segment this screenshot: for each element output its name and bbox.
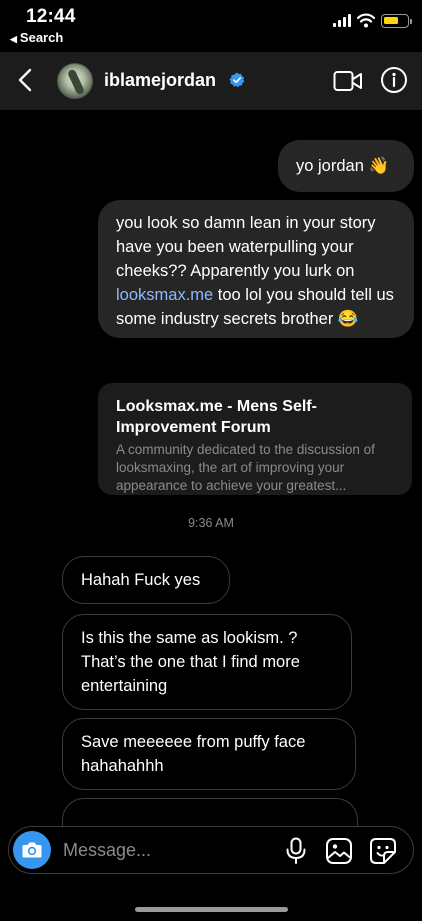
- camera-button[interactable]: [13, 831, 51, 869]
- message-input[interactable]: [63, 835, 263, 865]
- verified-badge-icon: [229, 72, 245, 88]
- home-indicator[interactable]: [135, 907, 288, 912]
- microphone-icon[interactable]: [285, 837, 307, 865]
- received-message-bubble[interactable]: Hahah Fuck yes: [62, 556, 230, 604]
- back-chevron-icon[interactable]: [14, 66, 38, 94]
- message-link[interactable]: looksmax.me: [116, 286, 213, 304]
- chat-username[interactable]: iblamejordan: [104, 70, 216, 91]
- avatar[interactable]: [57, 63, 93, 99]
- link-preview-title: Looksmax.me - Mens Self-Improvement Foru…: [116, 398, 317, 436]
- info-icon[interactable]: [380, 66, 408, 94]
- video-call-icon[interactable]: [333, 69, 363, 93]
- back-triangle-icon: ◀: [10, 34, 17, 44]
- back-app-label: Search: [19, 30, 64, 45]
- camera-icon: [22, 842, 42, 858]
- received-message-bubble-partial[interactable]: [62, 798, 358, 828]
- sent-message-bubble[interactable]: yo jordan 👋: [278, 140, 414, 192]
- sent-message-bubble[interactable]: you look so damn lean in your story have…: [98, 200, 414, 338]
- wifi-icon: [357, 13, 375, 28]
- cellular-signal-icon: [333, 14, 353, 27]
- link-preview-card[interactable]: Looksmax.me - Mens Self-Improvement Foru…: [98, 383, 412, 495]
- message-composer: [8, 826, 414, 874]
- sticker-icon[interactable]: [369, 837, 397, 865]
- chat-header: iblamejordan: [0, 52, 422, 110]
- message-timestamp: 9:36 AM: [188, 516, 234, 530]
- battery-icon: [381, 14, 412, 28]
- gallery-icon[interactable]: [325, 837, 353, 865]
- received-message-bubble[interactable]: Is this the same as lookism. ? That’s th…: [62, 614, 352, 710]
- status-time: 12:44: [26, 6, 76, 27]
- status-bar: 12:44 ◀ Search: [0, 0, 422, 48]
- received-message-bubble[interactable]: Save meeeeee from puffy face hahahahhh: [62, 718, 356, 790]
- link-preview-description: A community dedicated to the discussion …: [116, 442, 375, 493]
- back-to-app-link[interactable]: ◀ Search: [10, 30, 63, 45]
- message-text: you look so damn lean in your story have…: [116, 214, 376, 280]
